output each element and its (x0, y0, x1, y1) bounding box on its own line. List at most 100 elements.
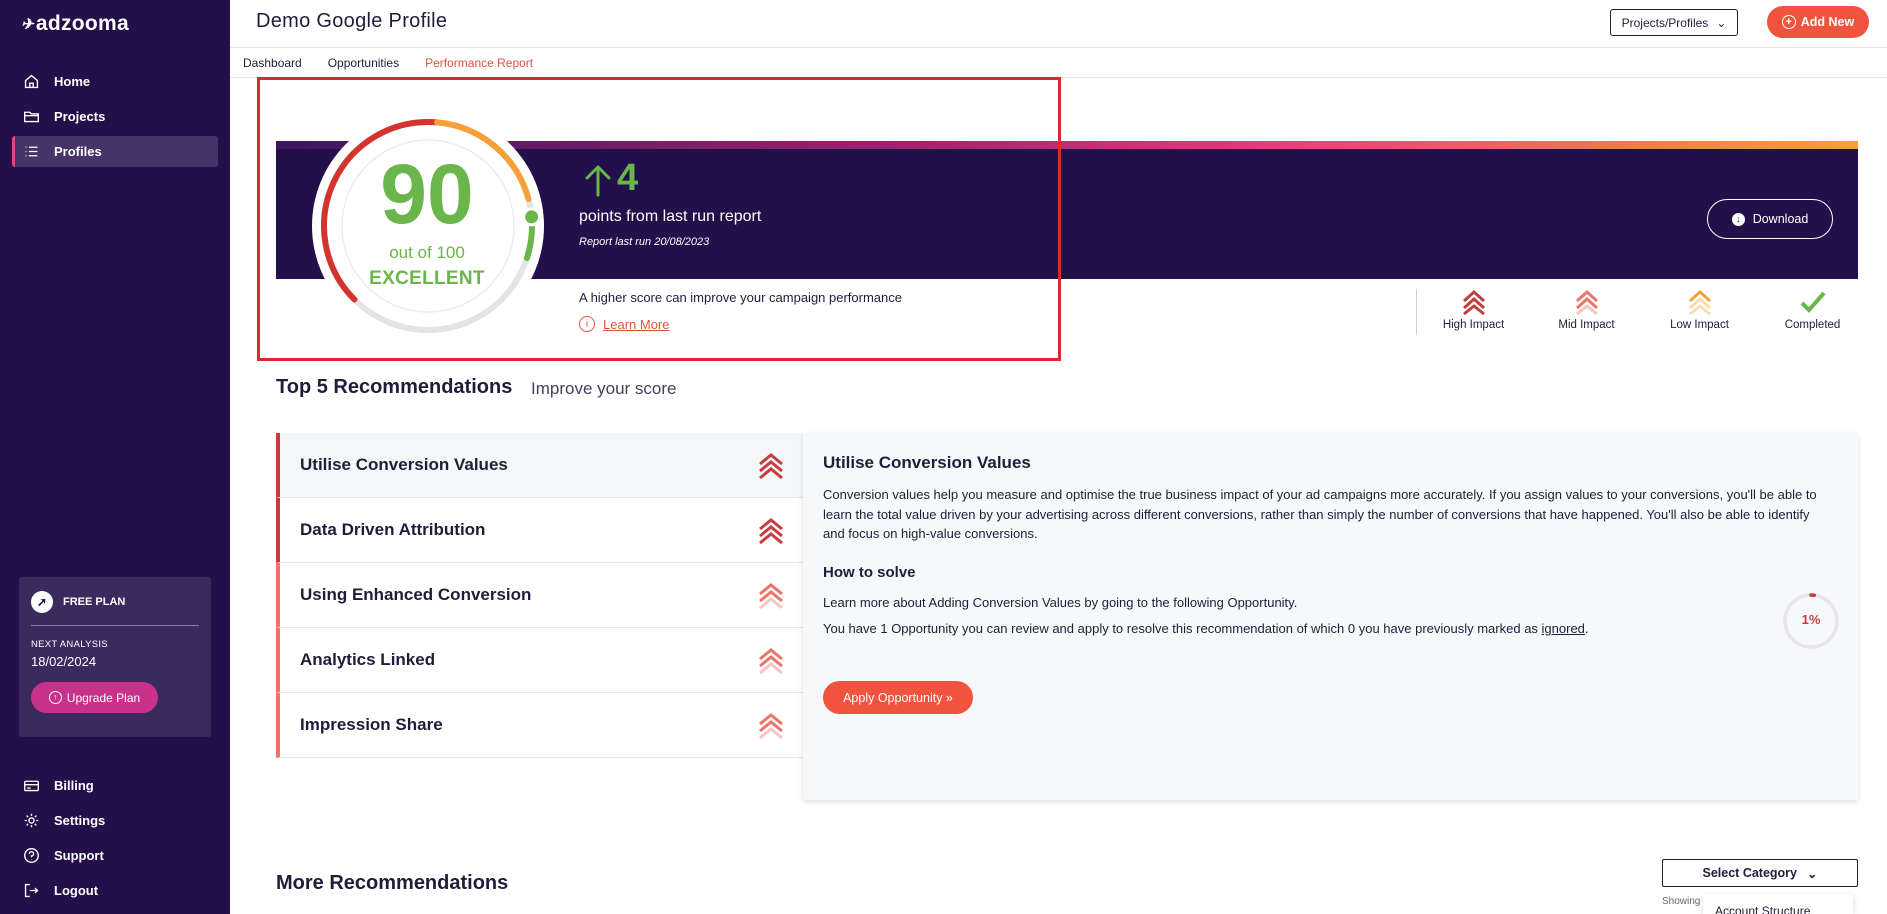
next-analysis-date: 18/02/2024 (31, 654, 97, 669)
info-icon: i (579, 316, 595, 332)
folder-icon (22, 108, 40, 126)
plan-header: ➚ FREE PLAN (31, 591, 199, 626)
help-icon (22, 847, 40, 865)
projects-profiles-select[interactable]: Projects/Profiles ⌄ (1610, 9, 1738, 36)
add-new-button[interactable]: + Add New (1767, 6, 1869, 38)
logout-icon (22, 882, 40, 900)
score-out-of: out of 100 (389, 243, 465, 262)
recommendation-item[interactable]: Impression Share (276, 693, 803, 758)
sidebar-item-projects[interactable]: Projects (12, 101, 218, 132)
impact-legend: High Impact Mid Impact Low Impact Comple… (1416, 289, 1869, 335)
recommendation-item[interactable]: Utilise Conversion Values (276, 433, 803, 498)
sidebar-item-label: Settings (54, 813, 106, 828)
sidebar-item-label: Logout (54, 883, 99, 898)
high-impact-icon (759, 518, 783, 544)
page-title: Demo Google Profile (256, 10, 448, 32)
plan-name: FREE PLAN (63, 596, 126, 608)
download-label: Download (1752, 212, 1809, 226)
showing-label: Showing (1662, 896, 1701, 907)
arrow-up-icon (585, 165, 611, 197)
legend-high-impact: High Impact (1417, 289, 1530, 335)
top5-subtitle: Improve your score (531, 379, 677, 398)
legend-label: Mid Impact (1558, 319, 1615, 331)
sidebar-item-label: Profiles (54, 144, 102, 159)
ignored-link[interactable]: ignored (1542, 621, 1585, 636)
category-dropdown-menu: Account Structure (1703, 894, 1853, 914)
recommendation-item[interactable]: Data Driven Attribution (276, 498, 803, 563)
legend-mid-impact: Mid Impact (1530, 289, 1643, 335)
sidebar-nav-top: Home Projects Profiles (12, 66, 218, 171)
plan-box: ➚ FREE PLAN NEXT ANALYSIS 18/02/2024 ↑ U… (19, 577, 211, 737)
sidebar-item-settings[interactable]: Settings (12, 805, 218, 836)
high-impact-icon (1462, 289, 1485, 315)
chevron-down-icon: ⌄ (1807, 866, 1818, 881)
sidebar-item-profiles[interactable]: Profiles (12, 136, 218, 167)
apply-opportunity-label: Apply Opportunity » (843, 690, 953, 705)
mid-impact-icon (759, 648, 783, 674)
sidebar-item-label: Projects (54, 109, 106, 124)
projects-profiles-label: Projects/Profiles (1621, 15, 1709, 30)
add-new-label: Add New (1800, 15, 1855, 29)
plus-circle-icon: + (1781, 15, 1796, 29)
score-delta: 4 (617, 157, 639, 199)
sidebar-nav-bottom: Billing Settings Support Logout (12, 770, 218, 910)
select-category-label: Select Category (1702, 866, 1797, 880)
legend-label: High Impact (1442, 319, 1505, 331)
high-impact-icon (759, 453, 783, 479)
detail-description: Conversion values help you measure and o… (823, 487, 1817, 541)
recommendation-list: Utilise Conversion Values Data Driven At… (276, 433, 803, 758)
more-recommendations-title: More Recommendations (276, 872, 509, 894)
logo-text: adzooma (35, 12, 129, 35)
recommendation-item[interactable]: Analytics Linked (276, 628, 803, 693)
list-icon (22, 143, 40, 161)
mid-impact-icon (759, 713, 783, 739)
recommendation-label: Data Driven Attribution (300, 520, 486, 539)
legend-low-impact: Low Impact (1643, 289, 1756, 335)
sidebar-item-label: Home (54, 74, 91, 89)
dropdown-option[interactable]: Account Structure (1715, 904, 1841, 914)
detail-opportunity-text: You have 1 Opportunity you can review an… (823, 621, 1589, 636)
mid-impact-icon (759, 583, 783, 609)
select-category-dropdown[interactable]: Select Category ⌄ (1662, 859, 1858, 887)
rocket-icon: ➚ (31, 591, 53, 613)
upgrade-plan-label: Upgrade Plan (66, 690, 141, 705)
arrow-up-circle-icon: ↑ (48, 691, 62, 704)
tab-opportunities[interactable]: Opportunities (328, 56, 399, 70)
sidebar-item-support[interactable]: Support (12, 840, 218, 871)
legend-label: Low Impact (1670, 319, 1729, 331)
opportunity-text-suffix: . (1584, 621, 1589, 636)
score-value: 90 (380, 147, 474, 241)
report-last-run: Report last run 20/08/2023 (579, 236, 710, 248)
download-button[interactable]: ↓ Download (1707, 199, 1833, 239)
sidebar-item-home[interactable]: Home (12, 66, 218, 97)
download-icon: ↓ (1731, 212, 1745, 226)
legend-label: Completed (1784, 319, 1841, 331)
recommendation-label: Using Enhanced Conversion (300, 585, 532, 604)
upgrade-plan-button[interactable]: ↑ Upgrade Plan (31, 682, 158, 713)
detail-learn-more-text: Learn more about Adding Conversion Value… (823, 595, 1298, 610)
adzooma-logo[interactable]: ✈ adzooma (21, 12, 129, 36)
recommendation-item[interactable]: Using Enhanced Conversion (276, 563, 803, 628)
detail-title: Utilise Conversion Values (823, 453, 1031, 472)
recommendation-label: Analytics Linked (300, 650, 436, 669)
gear-icon (22, 812, 40, 830)
points-from-last-run: points from last run report (579, 208, 762, 225)
sidebar: ✈ adzooma Home Projects Profiles ➚ FREE … (0, 0, 230, 914)
sidebar-item-billing[interactable]: Billing (12, 770, 218, 801)
home-icon (22, 73, 40, 91)
chevron-down-icon: ⌄ (1716, 15, 1727, 30)
gauge-marker (522, 207, 542, 227)
recommendation-detail-panel: Utilise Conversion Values Conversion val… (803, 433, 1858, 800)
tab-performance-report[interactable]: Performance Report (425, 56, 533, 70)
sidebar-item-logout[interactable]: Logout (12, 875, 218, 906)
progress-percent: 1% (1801, 612, 1821, 627)
higher-score-text: A higher score can improve your campaign… (579, 290, 902, 305)
apply-opportunity-button[interactable]: Apply Opportunity » (823, 681, 973, 714)
learn-more-link[interactable]: i Learn More (579, 316, 669, 332)
tab-bar: Dashboard Opportunities Performance Repo… (230, 48, 1887, 78)
recommendation-label: Impression Share (300, 715, 443, 734)
top-header: Demo Google Profile Projects/Profiles ⌄ … (230, 0, 1887, 48)
how-to-solve-heading: How to solve (823, 564, 916, 581)
tab-dashboard[interactable]: Dashboard (243, 56, 302, 70)
sidebar-item-label: Billing (54, 778, 94, 793)
